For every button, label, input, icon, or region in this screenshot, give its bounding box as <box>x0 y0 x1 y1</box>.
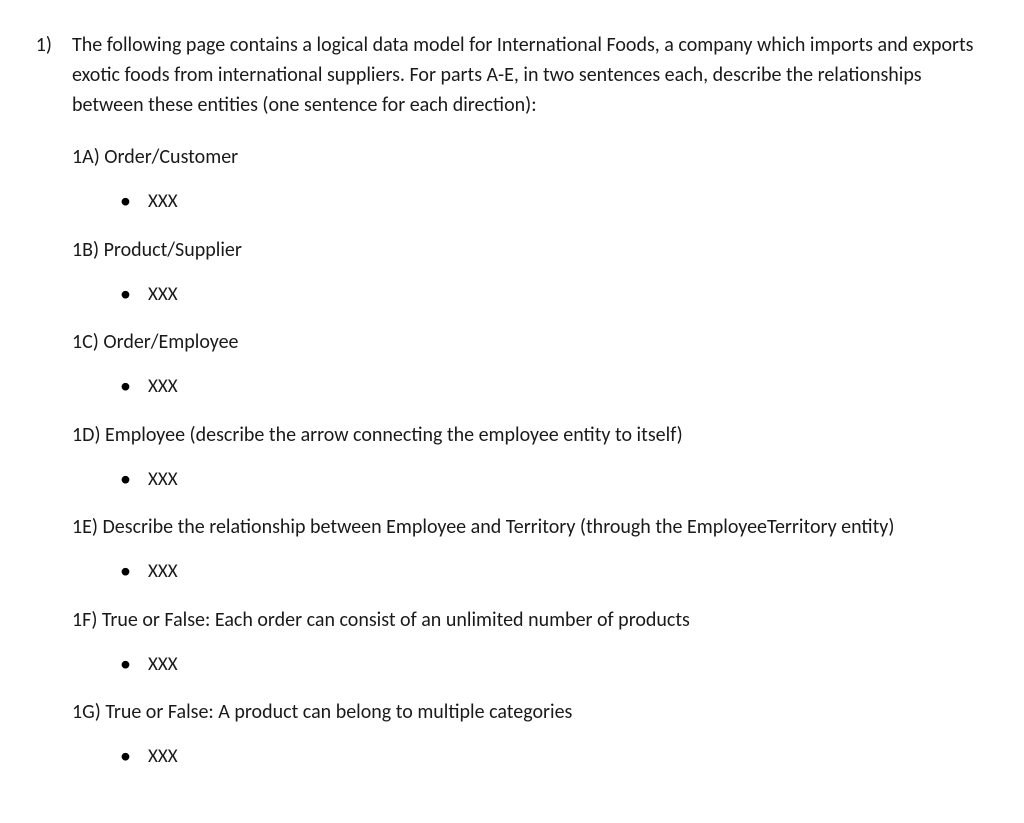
part-1e-answer-list: XXX <box>72 556 984 587</box>
part-1a-answer-list: XXX <box>72 186 984 217</box>
answer-placeholder: XXX <box>148 745 178 768</box>
answer-placeholder: XXX <box>148 190 178 213</box>
answer-placeholder: XXX <box>148 653 178 676</box>
part-1g-label: 1G) True or False: A product can belong … <box>72 697 984 727</box>
list-item: XXX <box>120 741 984 772</box>
part-1c-label: 1C) Order/Employee <box>72 327 984 357</box>
list-item: XXX <box>120 371 984 402</box>
part-1b-label: 1B) Product/Supplier <box>72 235 984 265</box>
answer-placeholder: XXX <box>148 283 178 306</box>
question-intro: The following page contains a logical da… <box>72 30 984 120</box>
part-1b-answer-list: XXX <box>72 279 984 310</box>
list-item: XXX <box>120 556 984 587</box>
list-item: XXX <box>120 649 984 680</box>
list-item: XXX <box>120 464 984 495</box>
answer-placeholder: XXX <box>148 560 178 583</box>
part-1e-label: 1E) Describe the relationship between Em… <box>72 512 984 542</box>
list-item: XXX <box>120 279 984 310</box>
part-1c-answer-list: XXX <box>72 371 984 402</box>
part-1d-answer-list: XXX <box>72 464 984 495</box>
part-1a-label: 1A) Order/Customer <box>72 142 984 172</box>
question-number: 1) <box>28 30 60 60</box>
part-1d-label: 1D) Employee (describe the arrow connect… <box>72 420 984 450</box>
part-1f-label: 1F) True or False: Each order can consis… <box>72 605 984 635</box>
list-item: XXX <box>120 186 984 217</box>
part-1f-answer-list: XXX <box>72 649 984 680</box>
answer-placeholder: XXX <box>148 468 178 491</box>
question-content: The following page contains a logical da… <box>60 30 984 786</box>
question-block: 1) The following page contains a logical… <box>28 30 984 786</box>
answer-placeholder: XXX <box>148 375 178 398</box>
part-1g-answer-list: XXX <box>72 741 984 772</box>
